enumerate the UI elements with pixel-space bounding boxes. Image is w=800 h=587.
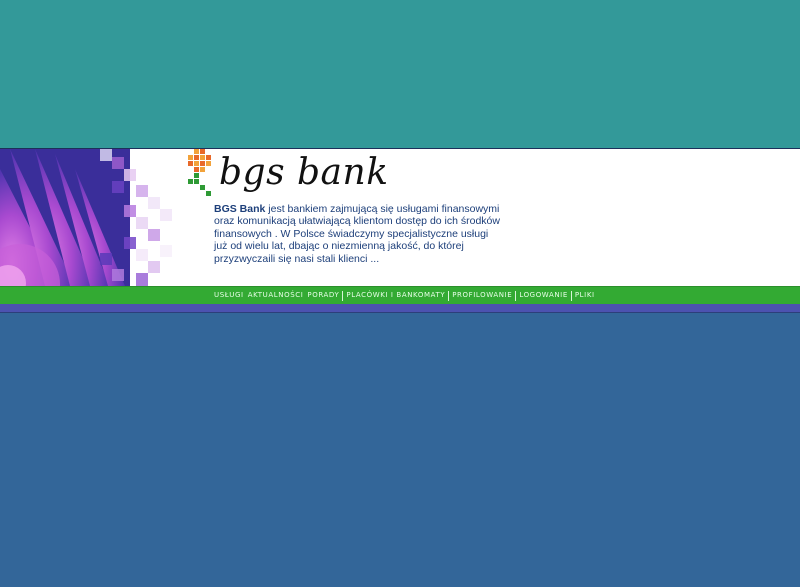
intro-line-4: już od wielu lat, dbając o niezmienną ja… (214, 240, 464, 253)
nav-logowanie[interactable]: LOGOWANIE (517, 290, 570, 301)
purple-stripe (0, 304, 800, 312)
nav-separator (515, 290, 517, 301)
header-banner: bgs bank BGS Bank jest bankiem zajmującą… (0, 149, 800, 286)
nav-porady[interactable]: PORADY (305, 290, 341, 301)
flower-logo-icon (188, 149, 211, 196)
nav-placowki-bankomaty[interactable]: PLACÓWKI I BANKOMATY (344, 290, 447, 301)
nav-profilowanie[interactable]: PROFILOWANIE (450, 290, 514, 301)
bottom-border (0, 312, 800, 313)
nav-separator (448, 290, 450, 301)
nav-uslugi[interactable]: USŁUGI (212, 290, 246, 301)
nav-aktualnosci[interactable]: AKTUALNOŚCI (246, 290, 306, 301)
nav-separator (570, 290, 572, 301)
main-navigation: USŁUGI AKTUALNOŚCI PORADY PLACÓWKI I BAN… (0, 286, 800, 304)
intro-line-2: oraz komunikacją ułatwiającą klientom do… (214, 215, 500, 228)
intro-line-5: przyzwyczaili się nasi stali klienci ... (214, 252, 380, 265)
logo-text: bgs bank (219, 152, 389, 193)
flower-image (0, 149, 200, 286)
intro-line-1: BGS Bank jest bankiem zajmującą się usłu… (214, 203, 500, 215)
bank-logo[interactable]: bgs bank (186, 149, 388, 201)
intro-text: BGS Bank jest bankiem zajmującą się usłu… (214, 203, 500, 265)
nav-pliki[interactable]: PLIKI (573, 290, 597, 301)
brand-name: BGS Bank (214, 203, 266, 215)
intro-line-3: finansowych . W Polsce świadczymy specja… (214, 227, 489, 240)
nav-separator (342, 290, 344, 301)
top-background (0, 0, 800, 148)
